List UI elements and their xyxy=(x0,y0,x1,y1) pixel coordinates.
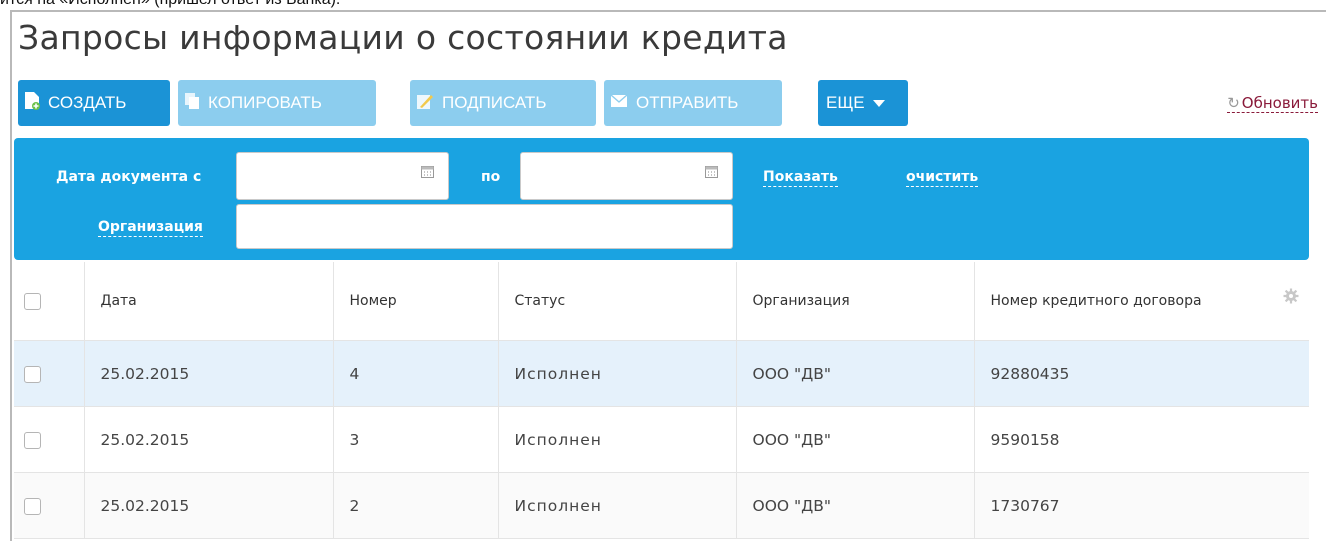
select-all-checkbox[interactable] xyxy=(24,292,41,310)
document-caption: ится на «Исполнен» (пришел ответ из Банк… xyxy=(0,0,340,9)
row-checkbox[interactable] xyxy=(24,365,41,383)
column-header-date[interactable]: Дата xyxy=(84,262,334,341)
refresh-link[interactable]: ↻ Обновить xyxy=(1227,94,1318,113)
calendar-icon[interactable] xyxy=(421,163,434,182)
gear-icon[interactable] xyxy=(1283,288,1299,308)
filter-panel: Дата документа с по Показать очистить Ор… xyxy=(14,138,1309,260)
more-dropdown-button[interactable]: ЕЩЕ xyxy=(818,80,908,126)
cell-status: Исполнен xyxy=(498,406,737,473)
cell-organization: ООО "ДВ" xyxy=(736,406,975,473)
date-to-label: по xyxy=(481,169,501,185)
cell-status: Исполнен xyxy=(498,472,737,539)
refresh-label: Обновить xyxy=(1241,94,1318,112)
sign-button[interactable]: ПОДПИСАТЬ xyxy=(410,80,596,126)
send-button[interactable]: ОТПРАВИТЬ xyxy=(604,80,782,126)
column-header-organization[interactable]: Организация xyxy=(736,262,975,341)
cell-number: 4 xyxy=(333,340,499,407)
date-from-field[interactable] xyxy=(236,152,449,200)
more-button-label: ЕЩЕ xyxy=(826,93,865,112)
cell-organization: ООО "ДВ" xyxy=(736,472,975,539)
select-all-cell xyxy=(14,262,85,341)
refresh-icon: ↻ xyxy=(1227,94,1240,112)
cell-date: 25.02.2015 xyxy=(84,406,334,473)
envelope-icon xyxy=(610,93,628,113)
copy-icon xyxy=(184,92,200,115)
column-header-number[interactable]: Номер xyxy=(333,262,499,341)
cell-contract-number: 9590158 xyxy=(974,406,1309,473)
date-to-field[interactable] xyxy=(520,152,733,200)
table-header-row: Дата Номер Статус Организация Номер кред… xyxy=(14,262,1309,341)
copy-button-label: КОПИРОВАТЬ xyxy=(208,93,322,112)
table-row[interactable]: 25.02.2015 2 Исполнен ООО "ДВ" 1730767 xyxy=(14,472,1309,539)
cell-number: 3 xyxy=(333,406,499,473)
create-button[interactable]: СОЗДАТЬ xyxy=(18,80,170,126)
create-button-label: СОЗДАТЬ xyxy=(48,93,127,112)
cell-contract-number: 1730767 xyxy=(974,472,1309,539)
requests-table: Дата Номер Статус Организация Номер кред… xyxy=(14,262,1309,539)
cell-status: Исполнен xyxy=(498,340,737,407)
calendar-icon[interactable] xyxy=(705,163,718,182)
sign-pen-icon xyxy=(416,92,434,115)
show-link[interactable]: Показать xyxy=(763,169,838,187)
cell-organization: ООО "ДВ" xyxy=(736,340,975,407)
column-header-contract[interactable]: Номер кредитного договора xyxy=(991,293,1202,309)
cell-contract-number: 92880435 xyxy=(974,340,1309,407)
sign-button-label: ПОДПИСАТЬ xyxy=(442,93,547,112)
organization-label[interactable]: Организация xyxy=(98,219,203,237)
new-document-icon xyxy=(24,91,40,115)
organization-field[interactable] xyxy=(236,204,733,249)
table-row[interactable]: 25.02.2015 3 Исполнен ООО "ДВ" 9590158 xyxy=(14,406,1309,473)
clear-link[interactable]: очистить xyxy=(906,169,979,187)
column-header-status[interactable]: Статус xyxy=(498,262,737,341)
app-window: Запросы информации о состоянии кредита С… xyxy=(10,10,1326,541)
row-select-cell xyxy=(14,340,85,407)
table-row[interactable]: 25.02.2015 4 Исполнен ООО "ДВ" 92880435 xyxy=(14,340,1309,407)
row-checkbox[interactable] xyxy=(24,497,41,515)
row-select-cell xyxy=(14,406,85,473)
cell-date: 25.02.2015 xyxy=(84,472,334,539)
cell-date: 25.02.2015 xyxy=(84,340,334,407)
date-from-label: Дата документа с xyxy=(56,169,202,185)
column-header-contract-cell: Номер кредитного договора xyxy=(974,262,1309,341)
copy-button[interactable]: КОПИРОВАТЬ xyxy=(178,80,376,126)
send-button-label: ОТПРАВИТЬ xyxy=(636,93,739,112)
caret-down-icon xyxy=(872,99,885,107)
cell-number: 2 xyxy=(333,472,499,539)
page-title: Запросы информации о состоянии кредита xyxy=(18,18,788,57)
row-checkbox[interactable] xyxy=(24,431,41,449)
row-select-cell xyxy=(14,472,85,539)
